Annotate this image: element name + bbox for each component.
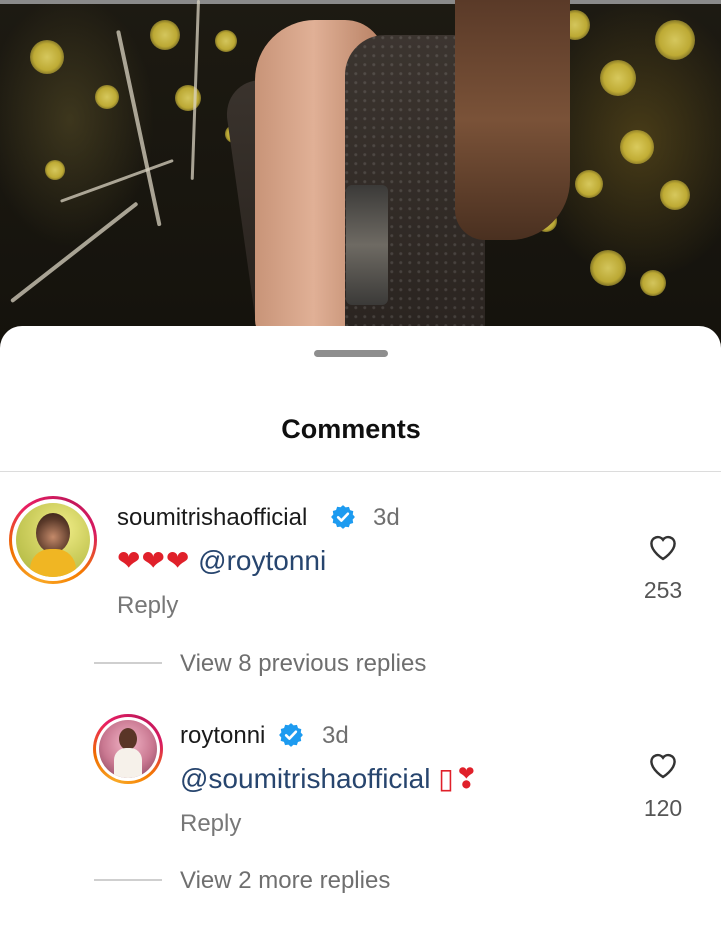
bokeh-light	[175, 85, 201, 111]
bokeh-light	[45, 160, 65, 180]
branch	[60, 158, 174, 203]
comment-username[interactable]: soumitrishaofficial	[117, 504, 307, 532]
verified-badge-icon	[331, 505, 355, 529]
bokeh-light	[215, 30, 237, 52]
reply-time: 3d	[322, 722, 349, 749]
heart-icon[interactable]	[646, 531, 680, 561]
avatar[interactable]	[9, 496, 97, 584]
bokeh-light	[620, 130, 654, 164]
bokeh-light	[655, 20, 695, 60]
reply-text: @soumitrishaofficial ▯❣	[180, 762, 479, 795]
drag-handle[interactable]	[314, 350, 388, 357]
sheet-title: Comments	[281, 414, 421, 444]
bokeh-light	[600, 60, 636, 96]
reply-button[interactable]: Reply	[117, 592, 178, 620]
mention-link[interactable]: @soumitrishaofficial	[180, 763, 430, 794]
avatar[interactable]	[93, 714, 163, 784]
photo-top-edge	[0, 0, 721, 4]
bokeh-light	[640, 270, 666, 296]
bokeh-light	[95, 85, 119, 109]
bokeh-light	[590, 250, 626, 286]
view-more-replies-button[interactable]: View 2 more replies	[180, 867, 390, 895]
bokeh-light	[660, 180, 690, 210]
bokeh-light	[575, 170, 603, 198]
post-photo	[0, 0, 721, 360]
reply-button[interactable]: Reply	[180, 810, 241, 838]
hair	[455, 0, 570, 240]
divider	[0, 471, 721, 472]
branch	[116, 30, 162, 227]
comment-text: ❤❤❤ @roytonni	[117, 544, 326, 577]
comment-time: 3d	[373, 504, 400, 531]
mention-link[interactable]: @roytonni	[198, 545, 326, 576]
reply-username[interactable]: roytonni	[180, 722, 265, 750]
thread-line	[94, 879, 162, 881]
like-count: 120	[643, 795, 683, 821]
bokeh-light	[30, 40, 64, 74]
comments-sheet: Comments soumitrishaofficial 3d ❤❤❤ @roy…	[0, 326, 721, 931]
bokeh-light	[150, 20, 180, 50]
verified-badge-icon	[279, 723, 303, 747]
blouse	[346, 185, 388, 305]
hearts-emoji: ❤❤❤	[117, 545, 191, 576]
thread-line	[94, 662, 162, 664]
heart-exclamation-emoji: ▯❣	[438, 763, 480, 794]
branch	[10, 201, 139, 304]
heart-icon[interactable]	[646, 749, 680, 779]
like-count: 253	[643, 577, 683, 603]
view-previous-replies-button[interactable]: View 8 previous replies	[180, 650, 426, 678]
